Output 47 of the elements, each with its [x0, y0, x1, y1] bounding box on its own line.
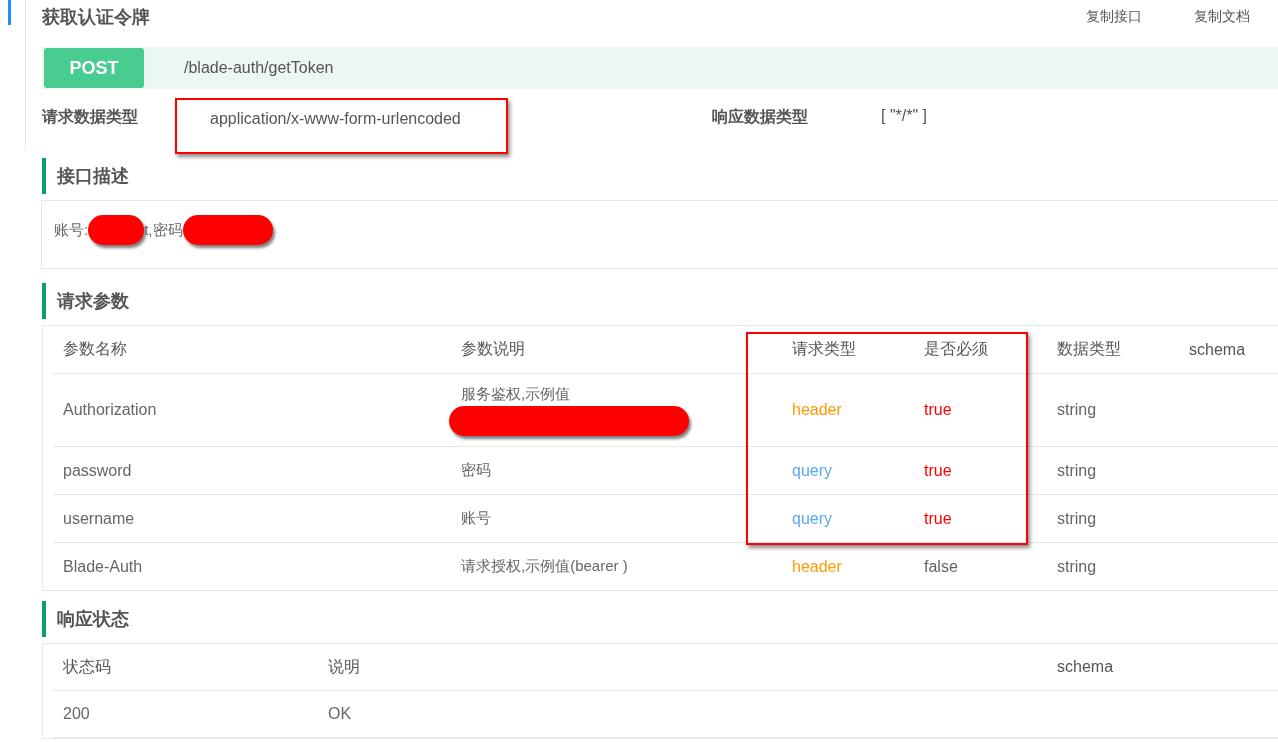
- table-cell: 请求授权,示例值(bearer ): [461, 557, 628, 574]
- api-title: 获取认证令牌: [42, 6, 150, 29]
- field-value: [ "*/*" ]: [881, 107, 928, 125]
- column-header: 是否必须: [923, 339, 989, 359]
- description-text: 账号:: [54, 220, 89, 240]
- table-cell: 服务鉴权,示例值: [461, 384, 571, 402]
- copy-link[interactable]: 复制接口: [1086, 8, 1142, 26]
- table-cell-text: true: [923, 461, 953, 480]
- field-label: 响应数据类型: [712, 107, 809, 127]
- section-heading: 接口描述: [42, 158, 1278, 194]
- table-cell-text: header: [791, 401, 843, 419]
- table-cell-text: string: [1056, 509, 1098, 528]
- section-heading: 请求参数: [42, 283, 1278, 319]
- column-header: 状态码: [62, 656, 112, 677]
- table-cell-text: OK: [327, 705, 353, 723]
- table-cell-text: string: [1056, 461, 1098, 480]
- table-cell: 账号: [461, 509, 491, 526]
- table-cell-text: header: [791, 557, 843, 576]
- table-cell-text: query: [791, 461, 834, 480]
- table-cell-text: username: [62, 509, 136, 528]
- endpoint-path: /blade-auth/getToken: [184, 59, 334, 77]
- table-cell-text: Authorization: [62, 401, 158, 419]
- column-header: schema: [1056, 658, 1115, 676]
- section-heading: 响应状态: [42, 601, 1278, 637]
- column-header: 说明: [327, 656, 361, 677]
- table-cell-text: true: [923, 509, 953, 528]
- table-cell-text: true: [923, 401, 953, 419]
- table-cell-text: query: [791, 509, 834, 528]
- field-value: application/x-www-form-urlencoded: [210, 110, 461, 128]
- column-header: 参数名称: [62, 339, 128, 359]
- table-cell-text: 200: [62, 705, 91, 723]
- column-header: schema: [1188, 340, 1247, 359]
- copy-link[interactable]: 复制文档: [1194, 8, 1250, 26]
- field-label: 请求数据类型: [42, 107, 139, 127]
- column-header: 参数说明: [460, 339, 526, 359]
- redaction-mark: [88, 215, 145, 245]
- method-badge: POST: [44, 48, 144, 88]
- table-cell-text: Blade-Auth: [62, 557, 144, 576]
- table-cell: 密码: [461, 461, 491, 478]
- active-indicator: [8, 0, 11, 25]
- table-cell-text: password: [62, 461, 133, 480]
- table-cell-text: string: [1056, 557, 1098, 576]
- table-cell-text: false: [923, 557, 959, 576]
- table-cell-text: string: [1056, 401, 1098, 419]
- column-header: 请求类型: [791, 339, 857, 359]
- description-text: t,密码: [144, 220, 183, 240]
- column-header: 数据类型: [1056, 339, 1122, 359]
